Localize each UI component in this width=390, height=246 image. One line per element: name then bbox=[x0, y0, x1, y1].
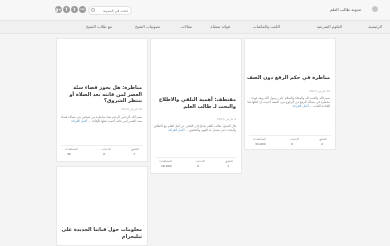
views-count: 18,000 bbox=[161, 164, 172, 168]
views-label: المشاهدات bbox=[159, 159, 172, 163]
post-date: 20 مارس 2013 bbox=[308, 89, 330, 93]
post-card[interactable]: مناظرة في حكم الرفع دون الصف 20 مارس 201… bbox=[244, 38, 336, 150]
views-label: المشاهدات bbox=[253, 137, 266, 141]
likes-label: الإعجاب bbox=[101, 147, 111, 151]
comments-count: 2 bbox=[321, 142, 323, 146]
nav-item-books[interactable]: الكتب والمكتبات bbox=[253, 24, 280, 29]
post-date: 4 مارس 2013 bbox=[216, 117, 236, 121]
googleplus-icon[interactable]: g+ bbox=[55, 6, 62, 13]
comments-label: التعليق bbox=[319, 137, 327, 141]
facebook-icon[interactable]: f bbox=[63, 6, 70, 13]
likes-label: الإعجاب bbox=[289, 137, 299, 141]
nav-item-home[interactable]: الرئيسية bbox=[368, 24, 382, 29]
post-excerpt: بسم الله والحمد لله والصلاة والسلام على … bbox=[246, 96, 330, 126]
comments-label: التعليق bbox=[225, 159, 233, 163]
comments-label: التعليق bbox=[131, 147, 139, 151]
post-card[interactable]: معلومات حول قناتنا الجديدة على تيليجرام bbox=[56, 166, 148, 246]
views-label: المشاهدات bbox=[65, 147, 78, 151]
post-title[interactable]: معلومات حول قناتنا الجديدة على تيليجرام bbox=[58, 227, 142, 240]
likes-count: 0 bbox=[291, 142, 293, 146]
read-more-link[interactable]: ... أكمل القراءة bbox=[168, 128, 188, 132]
logo-icon[interactable] bbox=[372, 6, 378, 12]
read-more-link[interactable]: ... أكمل القراءة bbox=[71, 119, 91, 123]
post-excerpt-text: قال الشيخ: طالب العلم يحتاج إلى التلقي ع… bbox=[154, 124, 236, 132]
post-card[interactable]: مقتطف: أهمية التلقي والاطلاع والبحث لـ ط… bbox=[150, 38, 242, 174]
post-excerpt-text: بسم الله والحمد لله والصلاة والسلام على … bbox=[247, 96, 330, 108]
likes-count: 0 bbox=[197, 164, 199, 168]
read-more-link[interactable]: ... أكمل القراءة bbox=[293, 104, 313, 108]
post-excerpt: قال الشيخ: طالب العلم يحتاج إلى التلقي ع… bbox=[152, 124, 236, 150]
post-date: 15 فبراير 2013 bbox=[121, 107, 142, 111]
post-stats: التعليق 1 الإعجاب 0 المشاهدات 18,000 bbox=[155, 157, 237, 170]
post-card[interactable]: مناظرة: هل يجوز قضاء سنّة العصر لمن فاتت… bbox=[56, 38, 148, 162]
nav-item-corrections[interactable]: تصويبات الشيخ bbox=[135, 24, 160, 29]
post-stats: التعليق 2 الإعجاب 0 المشاهدات 39,000 bbox=[249, 135, 331, 148]
nav-item-students[interactable]: مع طلاب الشيخ bbox=[86, 24, 112, 29]
comments-count: 1 bbox=[227, 164, 229, 168]
likes-label: الإعجاب bbox=[195, 159, 205, 163]
nav-item-benefits[interactable]: فوائد منتقاة bbox=[211, 24, 230, 29]
rss-icon[interactable]: rss bbox=[79, 6, 86, 13]
post-stats: التعليق 7 الإعجاب 0 المشاهدات 40 bbox=[61, 145, 143, 158]
views-count: 39,000 bbox=[255, 142, 266, 146]
nav-item-articles[interactable]: مقالات bbox=[181, 24, 192, 29]
twitter-icon[interactable]: t bbox=[71, 6, 78, 13]
top-header: مدونة طالب العلم g+ f t rss bbox=[0, 0, 390, 20]
site-logo-text[interactable]: مدونة طالب العلم bbox=[330, 7, 361, 12]
nav-item-sharia-sciences[interactable]: العلوم الشرعية bbox=[317, 24, 342, 29]
post-title[interactable]: مناظرة في حكم الرفع دون الصف bbox=[246, 75, 330, 82]
search-icon[interactable] bbox=[91, 8, 95, 12]
post-excerpt: بسم الله الرحمن الرحيم هذه مناظرة بين شي… bbox=[58, 115, 142, 141]
post-title[interactable]: مناظرة: هل يجوز قضاء سنّة العصر لمن فاتت… bbox=[58, 85, 142, 105]
likes-count: 0 bbox=[103, 152, 105, 156]
main-nav: الرئيسية العلوم الشرعية الكتب والمكتبات … bbox=[0, 20, 390, 34]
post-title[interactable]: مقتطف: أهمية التلقي والاطلاع والبحث لـ ط… bbox=[152, 97, 236, 110]
views-count: 40 bbox=[67, 152, 71, 156]
comments-count: 7 bbox=[133, 152, 135, 156]
